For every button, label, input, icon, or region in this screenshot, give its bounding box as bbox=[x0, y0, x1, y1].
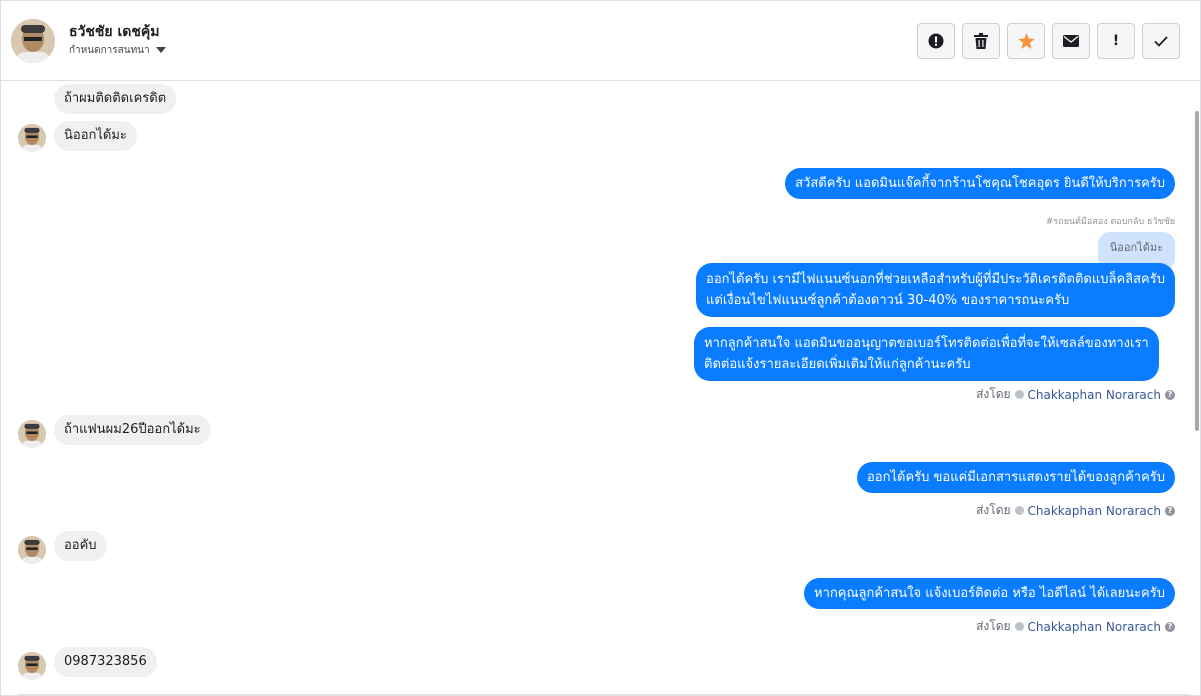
conversation-toolbar: ! bbox=[917, 23, 1180, 59]
agent-name-link[interactable]: Chakkaphan Norarach bbox=[1028, 388, 1161, 402]
contact-avatar[interactable] bbox=[11, 19, 55, 63]
contact-name[interactable]: ธวัชชัย เดชคุ้ม bbox=[69, 21, 159, 43]
message-line: หากลูกค้าสนใจ แอดมินขออนุญาตขอเบอร์โทรติ… bbox=[704, 336, 1149, 351]
sent-by-label: ส่งโดย bbox=[976, 503, 1011, 517]
mark-done-button[interactable] bbox=[1142, 23, 1180, 59]
incoming-message: 0987323856 bbox=[54, 647, 157, 677]
message-line: ติดต่อแจ้งรายละเอียดเพิ่มเติมให้แก่ลูกค้… bbox=[704, 357, 971, 372]
mark-spam-button[interactable] bbox=[917, 23, 955, 59]
conversation-label-dropdown[interactable]: กำหนดการสนทนา bbox=[69, 44, 166, 56]
agent-name-link[interactable]: Chakkaphan Norarach bbox=[1028, 504, 1161, 518]
outgoing-message: หากคุณลูกค้าสนใจ แจ้งเบอร์ติดต่อ หรือ ไอ… bbox=[804, 578, 1175, 609]
outgoing-message: หากลูกค้าสนใจ แอดมินขออนุญาตขอเบอร์โทรติ… bbox=[694, 327, 1159, 381]
outgoing-message: ออกได้ครับ เรามีไฟแนนซ์นอกที่ช่วยเหลือสำ… bbox=[696, 263, 1175, 317]
help-icon[interactable]: ? bbox=[1165, 389, 1175, 400]
conversation-label: กำหนดการสนทนา bbox=[69, 44, 150, 56]
incoming-message: ออคับ bbox=[54, 531, 107, 561]
star-icon bbox=[1017, 33, 1035, 49]
mark-unread-button[interactable] bbox=[1052, 23, 1090, 59]
trash-icon bbox=[974, 33, 988, 49]
incoming-message: ถ้าแฟนผม26ปีออกได้มะ bbox=[54, 415, 211, 445]
message-thread[interactable]: ถ้าผมติดติดเครดิต นิออกได้มะ สวัสดีครับ … bbox=[1, 82, 1189, 695]
help-icon[interactable]: ? bbox=[1165, 621, 1175, 632]
message-line: ออกได้ครับ เรามีไฟแนนซ์นอกที่ช่วยเหลือสำ… bbox=[706, 272, 1165, 287]
conversation-header: ธวัชชัย เดชคุ้ม กำหนดการสนทนา ! bbox=[1, 1, 1200, 81]
sent-by-label: ส่งโดย bbox=[976, 387, 1011, 401]
conversation-window: ธวัชชัย เดชคุ้ม กำหนดการสนทนา ! ถ้าผมติด… bbox=[0, 0, 1201, 696]
contact-avatar-small[interactable] bbox=[18, 652, 46, 680]
message-line: แต่เงื่อนไขไฟแนนซ์ลูกค้าต้องดาวน์ 30-40%… bbox=[706, 293, 1070, 308]
sent-by-label: ส่งโดย bbox=[976, 619, 1011, 633]
exclamation-icon: ! bbox=[1112, 33, 1120, 49]
scrollbar-thumb[interactable] bbox=[1195, 111, 1199, 431]
chevron-down-icon bbox=[155, 47, 166, 53]
check-icon bbox=[1154, 35, 1168, 47]
verified-icon bbox=[1014, 506, 1024, 515]
contact-avatar-small[interactable] bbox=[18, 420, 46, 448]
composer-divider bbox=[18, 694, 1189, 695]
contact-avatar-small[interactable] bbox=[18, 124, 46, 152]
envelope-icon bbox=[1063, 35, 1079, 47]
contact-avatar-small[interactable] bbox=[18, 536, 46, 564]
sent-by-info: ส่งโดย Chakkaphan Norarach ? bbox=[976, 501, 1175, 520]
reply-context-note: #รถยนต์มือสอง ตอบกลับ ธวัชชัย bbox=[1045, 217, 1175, 227]
star-button[interactable] bbox=[1007, 23, 1045, 59]
sent-by-info: ส่งโดย Chakkaphan Norarach ? bbox=[976, 617, 1175, 636]
verified-icon bbox=[1014, 390, 1024, 399]
incoming-message: นิออกได้มะ bbox=[54, 121, 137, 151]
important-button[interactable]: ! bbox=[1097, 23, 1135, 59]
verified-icon bbox=[1014, 622, 1024, 631]
delete-button[interactable] bbox=[962, 23, 1000, 59]
sent-by-info: ส่งโดย Chakkaphan Norarach ? bbox=[976, 385, 1175, 404]
alert-circle-icon bbox=[928, 33, 944, 49]
outgoing-message: ออกได้ครับ ขอแค่มีเอกสารแสดงรายได้ของลูก… bbox=[857, 462, 1175, 493]
incoming-message: ถ้าผมติดติดเครดิต bbox=[54, 84, 177, 114]
help-icon[interactable]: ? bbox=[1165, 505, 1175, 516]
agent-name-link[interactable]: Chakkaphan Norarach bbox=[1028, 620, 1161, 634]
outgoing-message: สวัสดีครับ แอดมินแจ๊คกี้จากร้านโชคุณโชคอ… bbox=[785, 168, 1175, 199]
